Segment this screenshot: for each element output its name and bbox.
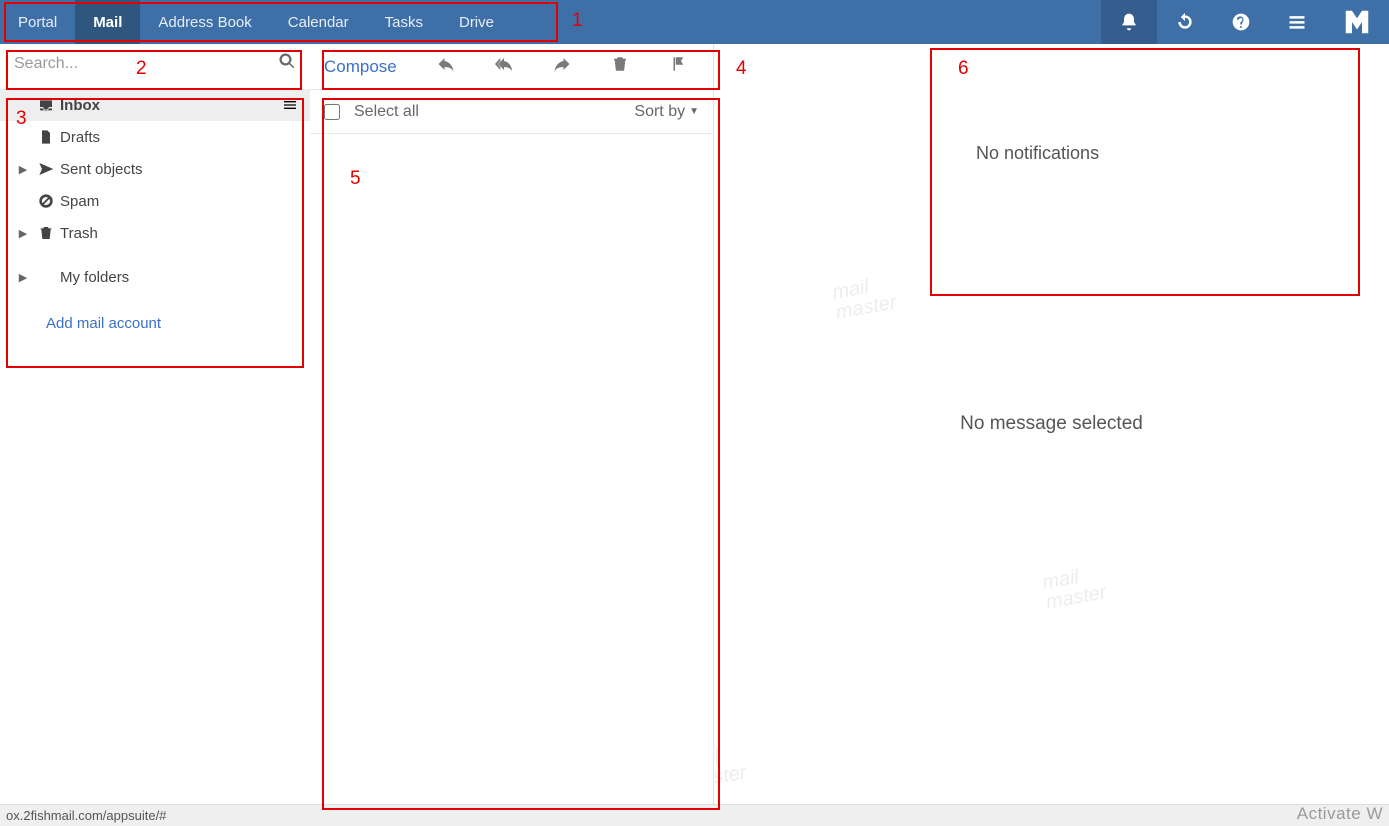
app-tab-label: Portal <box>18 14 57 31</box>
menu-icon[interactable] <box>1269 0 1325 44</box>
folder-label: Sent objects <box>60 161 302 178</box>
sort-by-label: Sort by <box>634 103 685 121</box>
search-icon[interactable] <box>278 52 296 75</box>
status-bar: ox.2fishmail.com/appsuite/# “ Activate W <box>0 804 1389 826</box>
add-mail-account-link[interactable]: Add mail account <box>0 305 310 332</box>
reply-icon[interactable] <box>437 55 455 78</box>
add-account-label: Add mail account <box>46 315 161 332</box>
folder-spam[interactable]: Spam <box>0 185 310 217</box>
message-list-body[interactable] <box>310 134 713 804</box>
app-tab-address-book[interactable]: Address Book <box>140 0 269 44</box>
delete-icon[interactable] <box>611 55 629 78</box>
flag-icon[interactable] <box>669 55 687 78</box>
app-tab-label: Address Book <box>158 14 251 31</box>
app-tab-drive[interactable]: Drive <box>441 0 512 44</box>
expand-arrow[interactable]: ▶ <box>14 227 32 240</box>
folder-label: My folders <box>60 269 302 286</box>
main-area: mailmaster mailmaster mailmaster mailmas… <box>0 44 1389 804</box>
brand-logo <box>1325 0 1389 44</box>
folder-menu-icon[interactable] <box>278 97 302 113</box>
folder-label: Trash <box>60 225 302 242</box>
topbar-right <box>1101 0 1389 44</box>
ban-icon <box>32 193 60 209</box>
mail-toolbar: Compose <box>310 44 713 90</box>
refresh-icon[interactable] <box>1157 0 1213 44</box>
app-tab-label: Tasks <box>385 14 423 31</box>
app-tab-label: Calendar <box>288 14 349 31</box>
search-row <box>0 44 310 83</box>
expand-arrow[interactable]: ▶ <box>14 163 32 176</box>
folder-tree: Inbox Drafts ▶ Sent objects Spam ▶ <box>0 83 310 332</box>
reply-all-icon[interactable] <box>495 55 513 78</box>
app-tabs: Portal Mail Address Book Calendar Tasks … <box>0 0 512 44</box>
file-icon <box>32 129 60 145</box>
sort-by-dropdown[interactable]: Sort by ▼ <box>634 103 699 121</box>
app-tab-tasks[interactable]: Tasks <box>367 0 441 44</box>
notifications-empty-label: No notifications <box>976 143 1099 163</box>
folder-sent[interactable]: ▶ Sent objects <box>0 153 310 185</box>
message-list-column: Compose Select all Sort by ▼ <box>310 44 714 804</box>
folder-drafts[interactable]: Drafts <box>0 121 310 153</box>
bell-icon[interactable] <box>1101 0 1157 44</box>
app-tab-label: Mail <box>93 14 122 31</box>
folder-inbox[interactable]: Inbox <box>0 89 310 121</box>
folder-label: Spam <box>60 193 302 210</box>
select-all-checkbox[interactable] <box>324 104 340 120</box>
search-input[interactable] <box>14 55 278 73</box>
caret-down-icon: ▼ <box>689 106 699 117</box>
folder-myfolders[interactable]: ▶ My folders <box>0 261 310 293</box>
expand-arrow[interactable]: ▶ <box>14 271 32 284</box>
list-header: Select all Sort by ▼ <box>310 90 713 134</box>
compose-label: Compose <box>324 57 397 76</box>
sidebar: Inbox Drafts ▶ Sent objects Spam ▶ <box>0 44 310 804</box>
status-url: ox.2fishmail.com/appsuite/# <box>6 808 166 823</box>
compose-button[interactable]: Compose <box>324 57 397 77</box>
reading-empty-label: No message selected <box>960 413 1143 435</box>
folder-label: Inbox <box>60 97 278 114</box>
app-tab-calendar[interactable]: Calendar <box>270 0 367 44</box>
forward-icon[interactable] <box>553 55 571 78</box>
windows-activate-text: Activate W <box>1297 804 1383 824</box>
folder-label: Drafts <box>60 129 302 146</box>
trash-icon <box>32 225 60 241</box>
top-bar: Portal Mail Address Book Calendar Tasks … <box>0 0 1389 44</box>
app-tab-mail[interactable]: Mail <box>75 0 140 44</box>
send-icon <box>32 161 60 177</box>
app-tab-label: Drive <box>459 14 494 31</box>
inbox-icon <box>32 97 60 113</box>
folder-trash[interactable]: ▶ Trash <box>0 217 310 249</box>
select-all-label: Select all <box>354 103 419 121</box>
help-icon[interactable] <box>1213 0 1269 44</box>
notifications-panel: No notifications <box>941 92 1371 338</box>
app-tab-portal[interactable]: Portal <box>0 0 75 44</box>
